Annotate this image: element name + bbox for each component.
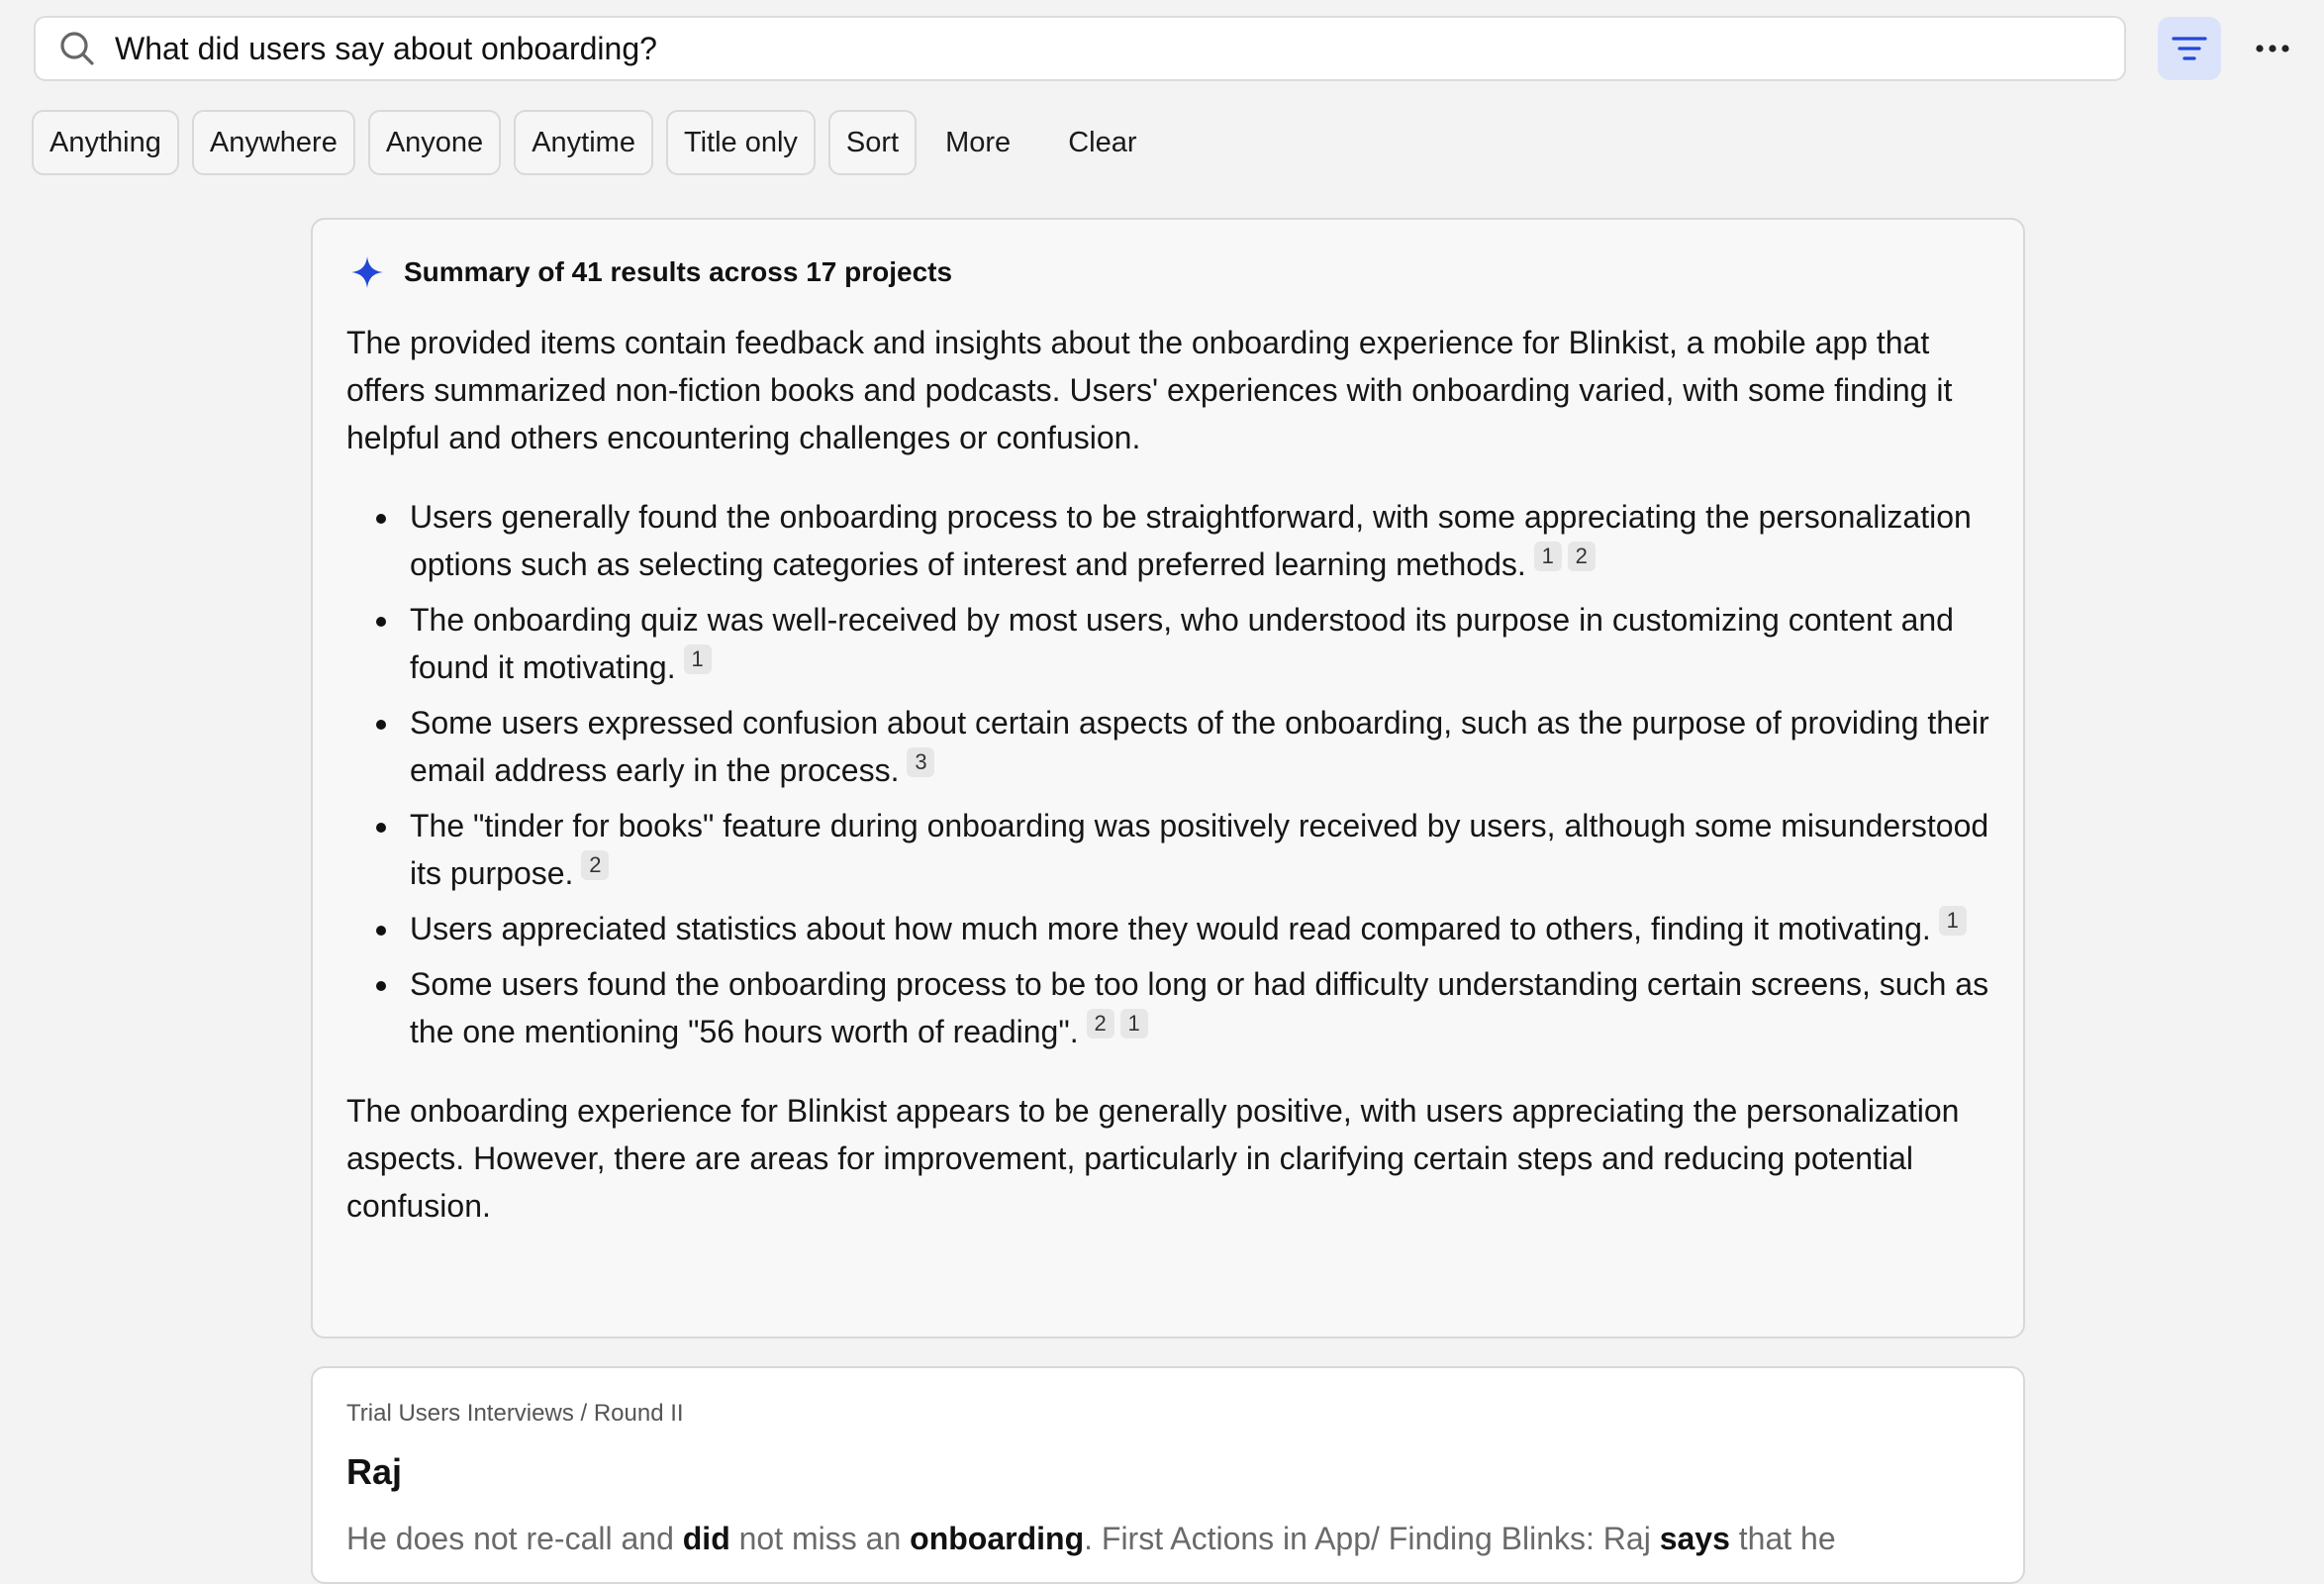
- more-options-button[interactable]: [2241, 17, 2304, 80]
- snippet-text: He does not re-call and: [346, 1521, 683, 1556]
- filter-button[interactable]: [2158, 17, 2221, 80]
- chip-anywhere[interactable]: Anywhere: [191, 110, 355, 175]
- more-filters-button[interactable]: More: [929, 110, 1026, 175]
- citation-badge[interactable]: 1: [683, 644, 712, 674]
- result-snippet: He does not re-call and did not miss an …: [346, 1515, 2001, 1562]
- snippet-highlight: did: [682, 1521, 730, 1556]
- snippet-highlight: onboarding: [910, 1521, 1085, 1556]
- summary-bullet: Users appreciated statistics about how m…: [376, 905, 2001, 952]
- chip-title-only[interactable]: Title only: [665, 110, 816, 175]
- summary-body: The provided items contain feedback and …: [346, 319, 2001, 1230]
- citation-badge[interactable]: 3: [907, 747, 935, 777]
- search-bar: [34, 16, 2126, 81]
- summary-bullet-text: Users appreciated statistics about how m…: [410, 911, 1931, 946]
- summary-bullet: Some users expressed confusion about cer…: [376, 699, 2001, 794]
- summary-card: Summary of 41 results across 17 projects…: [311, 218, 2025, 1338]
- result-card[interactable]: Trial Users Interviews / Round II Raj He…: [311, 1366, 2025, 1584]
- result-breadcrumb[interactable]: Trial Users Interviews / Round II: [346, 1400, 684, 1428]
- summary-bullet-text: Some users expressed confusion about cer…: [410, 705, 1989, 788]
- citation-badge[interactable]: 1: [1533, 542, 1562, 571]
- summary-bullet-text: The onboarding quiz was well-received by…: [410, 602, 1954, 685]
- snippet-text: that he: [1729, 1521, 1836, 1556]
- citation-badge[interactable]: 1: [1119, 1009, 1148, 1039]
- chip-sort[interactable]: Sort: [827, 110, 918, 175]
- summary-bullet-text: Users generally found the onboarding pro…: [410, 499, 1972, 582]
- summary-bullet-list: Users generally found the onboarding pro…: [346, 493, 2001, 1055]
- snippet-text: . First Actions in App/ Finding Blinks: …: [1084, 1521, 1660, 1556]
- search-input[interactable]: [115, 19, 2124, 78]
- citation-badge[interactable]: 2: [1567, 542, 1596, 571]
- result-title[interactable]: Raj: [346, 1451, 402, 1493]
- ellipsis-icon: [2255, 44, 2290, 53]
- clear-filters-button[interactable]: Clear: [1052, 110, 1152, 175]
- summary-bullet-text: Some users found the onboarding process …: [410, 966, 1989, 1049]
- chip-anyone[interactable]: Anyone: [367, 110, 502, 175]
- chip-anything[interactable]: Anything: [32, 110, 179, 175]
- summary-conclusion: The onboarding experience for Blinkist a…: [346, 1093, 1960, 1224]
- summary-title: Summary of 41 results across 17 projects: [404, 256, 953, 287]
- summary-bullet-text: The "tinder for books" feature during on…: [410, 808, 1989, 891]
- citation-badge[interactable]: 1: [1938, 906, 1967, 936]
- summary-bullet: Some users found the onboarding process …: [376, 960, 2001, 1055]
- summary-bullet: The "tinder for books" feature during on…: [376, 802, 2001, 897]
- chip-anytime[interactable]: Anytime: [514, 110, 653, 175]
- search-icon: [57, 29, 97, 68]
- sparkle-icon: [350, 255, 384, 289]
- citation-badge[interactable]: 2: [1086, 1009, 1114, 1039]
- snippet-highlight: says: [1659, 1521, 1730, 1556]
- citation-badge[interactable]: 2: [581, 850, 610, 880]
- filter-lines-icon: [2172, 35, 2207, 62]
- summary-intro: The provided items contain feedback and …: [346, 325, 1953, 455]
- filter-chips: Anything Anywhere Anyone Anytime Title o…: [32, 109, 1179, 176]
- summary-bullet: The onboarding quiz was well-received by…: [376, 596, 2001, 691]
- summary-bullet: Users generally found the onboarding pro…: [376, 493, 2001, 588]
- summary-header: Summary of 41 results across 17 projects: [350, 255, 952, 289]
- snippet-text: not miss an: [729, 1521, 911, 1556]
